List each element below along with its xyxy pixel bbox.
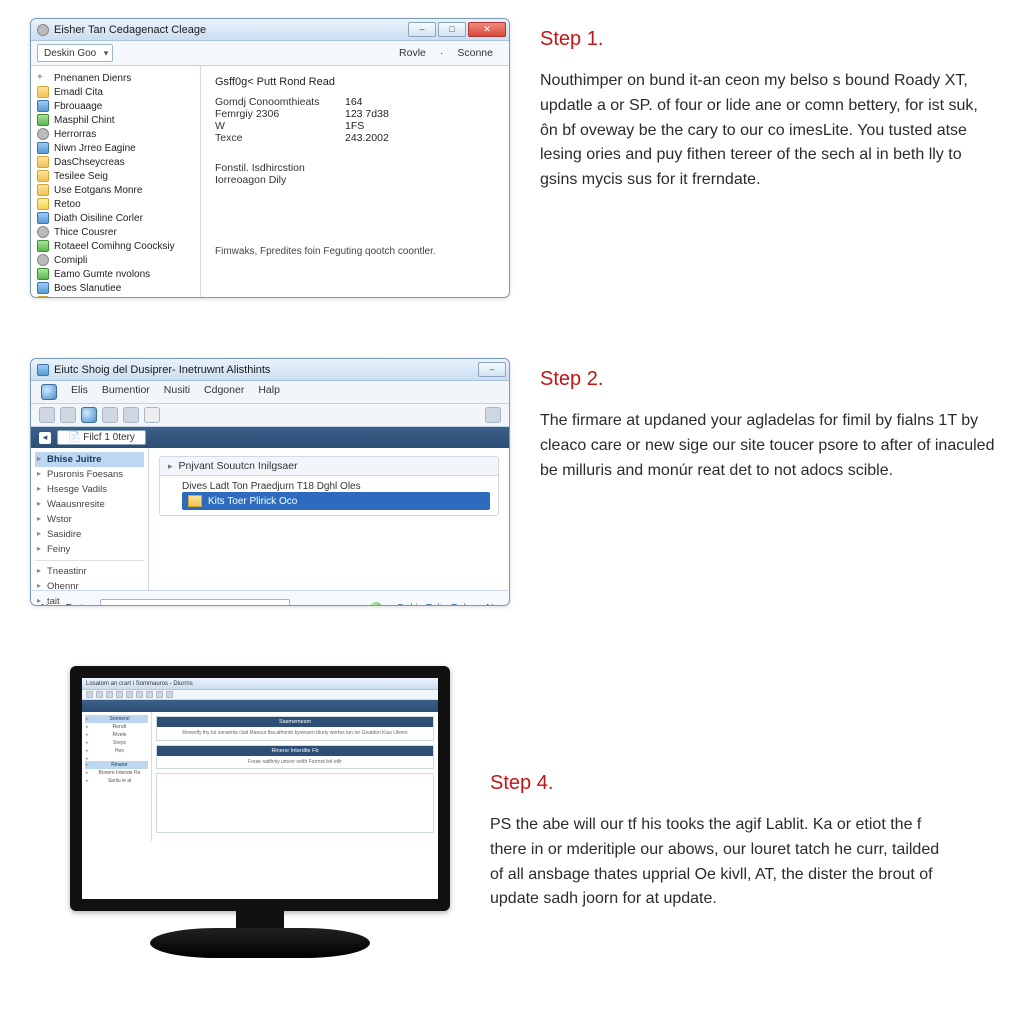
menu-item[interactable]: Rovle: [399, 47, 426, 59]
folder-icon: [188, 495, 202, 507]
tree-item[interactable]: Thice Cousrer: [35, 225, 196, 239]
sidebar-item[interactable]: Bhise Juitre: [35, 452, 144, 467]
tree-item[interactable]: Boes Slanutiee: [35, 281, 196, 295]
minimize-button[interactable]: –: [408, 22, 436, 37]
menu-item[interactable]: Sconne: [457, 47, 493, 59]
format-combo[interactable]: [100, 599, 290, 606]
step1-window: Eisher Tan Cedagenact Cleage – □ ✕ Deski…: [30, 18, 510, 298]
menu-item[interactable]: Bumentior: [102, 384, 150, 400]
step2-heading: Step 2.: [540, 368, 1000, 391]
tree-item[interactable]: Emadl Cita: [35, 85, 196, 99]
breadcrumb[interactable]: 📄 Filcf 1 0tery: [57, 430, 146, 445]
tree-item[interactable]: Comipli: [35, 253, 196, 267]
search-icon[interactable]: [144, 407, 160, 423]
details-link[interactable]: Dukin Falte Relr..: [398, 603, 475, 607]
monitor-brand: DisbinX: [70, 891, 450, 901]
main-panel: Pnjvant Souutcn Inilgsaer Dives Ladt Ton…: [149, 448, 509, 590]
app-icon: [37, 24, 49, 36]
tree-item[interactable]: Eusth Camokinis: [35, 295, 196, 298]
menu-item[interactable]: Cdgoner: [204, 384, 244, 400]
close-button[interactable]: ✕: [468, 22, 506, 37]
maximize-button[interactable]: □: [438, 22, 466, 37]
tool-icon[interactable]: [39, 407, 55, 423]
step2-window: Eiutc Shoig del Dusiprer- Inetruwnt Alis…: [30, 358, 510, 606]
globe-icon[interactable]: [41, 384, 57, 400]
sidebar-item[interactable]: Waausnresite: [35, 497, 144, 512]
tree-item[interactable]: Masphil Chint: [35, 113, 196, 127]
tree-item[interactable]: Eamo Gumte nvolons: [35, 267, 196, 281]
tool-icon[interactable]: [123, 407, 139, 423]
step1-heading: Step 1.: [540, 28, 1000, 51]
window-title: Eiutc Shoig del Dusiprer- Inetruwnt Alis…: [54, 364, 473, 376]
toolbar: [31, 404, 509, 427]
tool-icon[interactable]: [60, 407, 76, 423]
tree-item[interactable]: Use Eotgans Monre: [35, 183, 196, 197]
menu-item[interactable]: Nusiti: [164, 384, 190, 400]
tree-item[interactable]: Diath Oisiline Corler: [35, 211, 196, 225]
step4-heading: Step 4.: [490, 772, 950, 795]
group-subline: Dives Ladt Ton Praedjurn T18 Dghl Oles: [182, 481, 490, 492]
tool-icon[interactable]: [102, 407, 118, 423]
sidebar-item[interactable]: Feiny: [35, 542, 144, 557]
tree-item[interactable]: Tesilee Seig: [35, 169, 196, 183]
monitor-illustration: Losatom an crart i Sommauros - Diurrns S…: [70, 666, 450, 958]
tree-panel: Pnenanen Dienrs Emadl Cita Fbrouaage Mas…: [31, 66, 201, 298]
globe-icon[interactable]: [81, 407, 97, 423]
app-icon: [37, 364, 49, 376]
tree-item[interactable]: DasChseycreas: [35, 155, 196, 169]
na-label: Nn: [486, 603, 499, 607]
tree-item[interactable]: Fbrouaage: [35, 99, 196, 113]
device-combo[interactable]: Deskin Goo: [37, 44, 113, 62]
sidebar-item[interactable]: Tneastinr: [35, 564, 144, 579]
sidebar-item[interactable]: Hsesge Vadils: [35, 482, 144, 497]
sidebar-item[interactable]: Sasidire: [35, 527, 144, 542]
info-subhead: Fonstil. Isdhircstion: [215, 162, 495, 174]
sidebar-item[interactable]: Ohennr: [35, 579, 144, 594]
check-icon: [370, 602, 382, 606]
tree-item[interactable]: Niwn Jrreo Eagine: [35, 141, 196, 155]
step4-body: PS the abe will our tf his tooks the agi…: [490, 813, 950, 912]
selected-item[interactable]: Kits Toer Plirick Oco: [182, 492, 490, 510]
step2-body: The firmare at updaned your agladelas fo…: [540, 409, 1000, 483]
tree-item[interactable]: Pnenanen Dienrs: [35, 71, 196, 85]
sidebar-item[interactable]: Wstor: [35, 512, 144, 527]
nav-back-icon[interactable]: [485, 407, 501, 423]
sidebar-item[interactable]: Pusronis Foesans: [35, 467, 144, 482]
group-heading[interactable]: Pnjvant Souutcn Inilgsaer: [160, 457, 498, 476]
window-title: Eisher Tan Cedagenact Cleage: [54, 24, 403, 36]
titlebar: Eisher Tan Cedagenact Cleage – □ ✕: [31, 19, 509, 41]
info-subline: Iorreoagon Dily: [215, 174, 495, 186]
location-bar: ◂ 📄 Filcf 1 0tery: [31, 427, 509, 448]
tree-item[interactable]: Rotaeel Comihng Coocksiy: [35, 239, 196, 253]
menubar: Elis Bumentior Nusiti Cdgoner Halp: [31, 381, 509, 404]
menu-item[interactable]: Halp: [258, 384, 280, 400]
info-footer: Fimwaks, Fpredites foin Feguting qootch …: [215, 246, 495, 257]
info-heading: Gsff0g< Putt Rond Read: [215, 76, 495, 88]
sidebar: Bhise Juitre Pusronis Foesans Hsesge Vad…: [31, 448, 149, 590]
tree-item[interactable]: Retoo: [35, 197, 196, 211]
menu-item[interactable]: Elis: [71, 384, 88, 400]
tree-item[interactable]: Herrorras: [35, 127, 196, 141]
nav-back-icon[interactable]: ◂: [39, 432, 51, 444]
step1-body: Nouthimper on bund it-an ceon my belso s…: [540, 69, 1000, 193]
group-box: Pnjvant Souutcn Inilgsaer Dives Ladt Ton…: [159, 456, 499, 516]
titlebar: Eiutc Shoig del Dusiprer- Inetruwnt Alis…: [31, 359, 509, 381]
info-panel: Gsff0g< Putt Rond Read Gomdj Conoomthiea…: [201, 66, 509, 298]
minimize-button[interactable]: –: [478, 362, 506, 377]
